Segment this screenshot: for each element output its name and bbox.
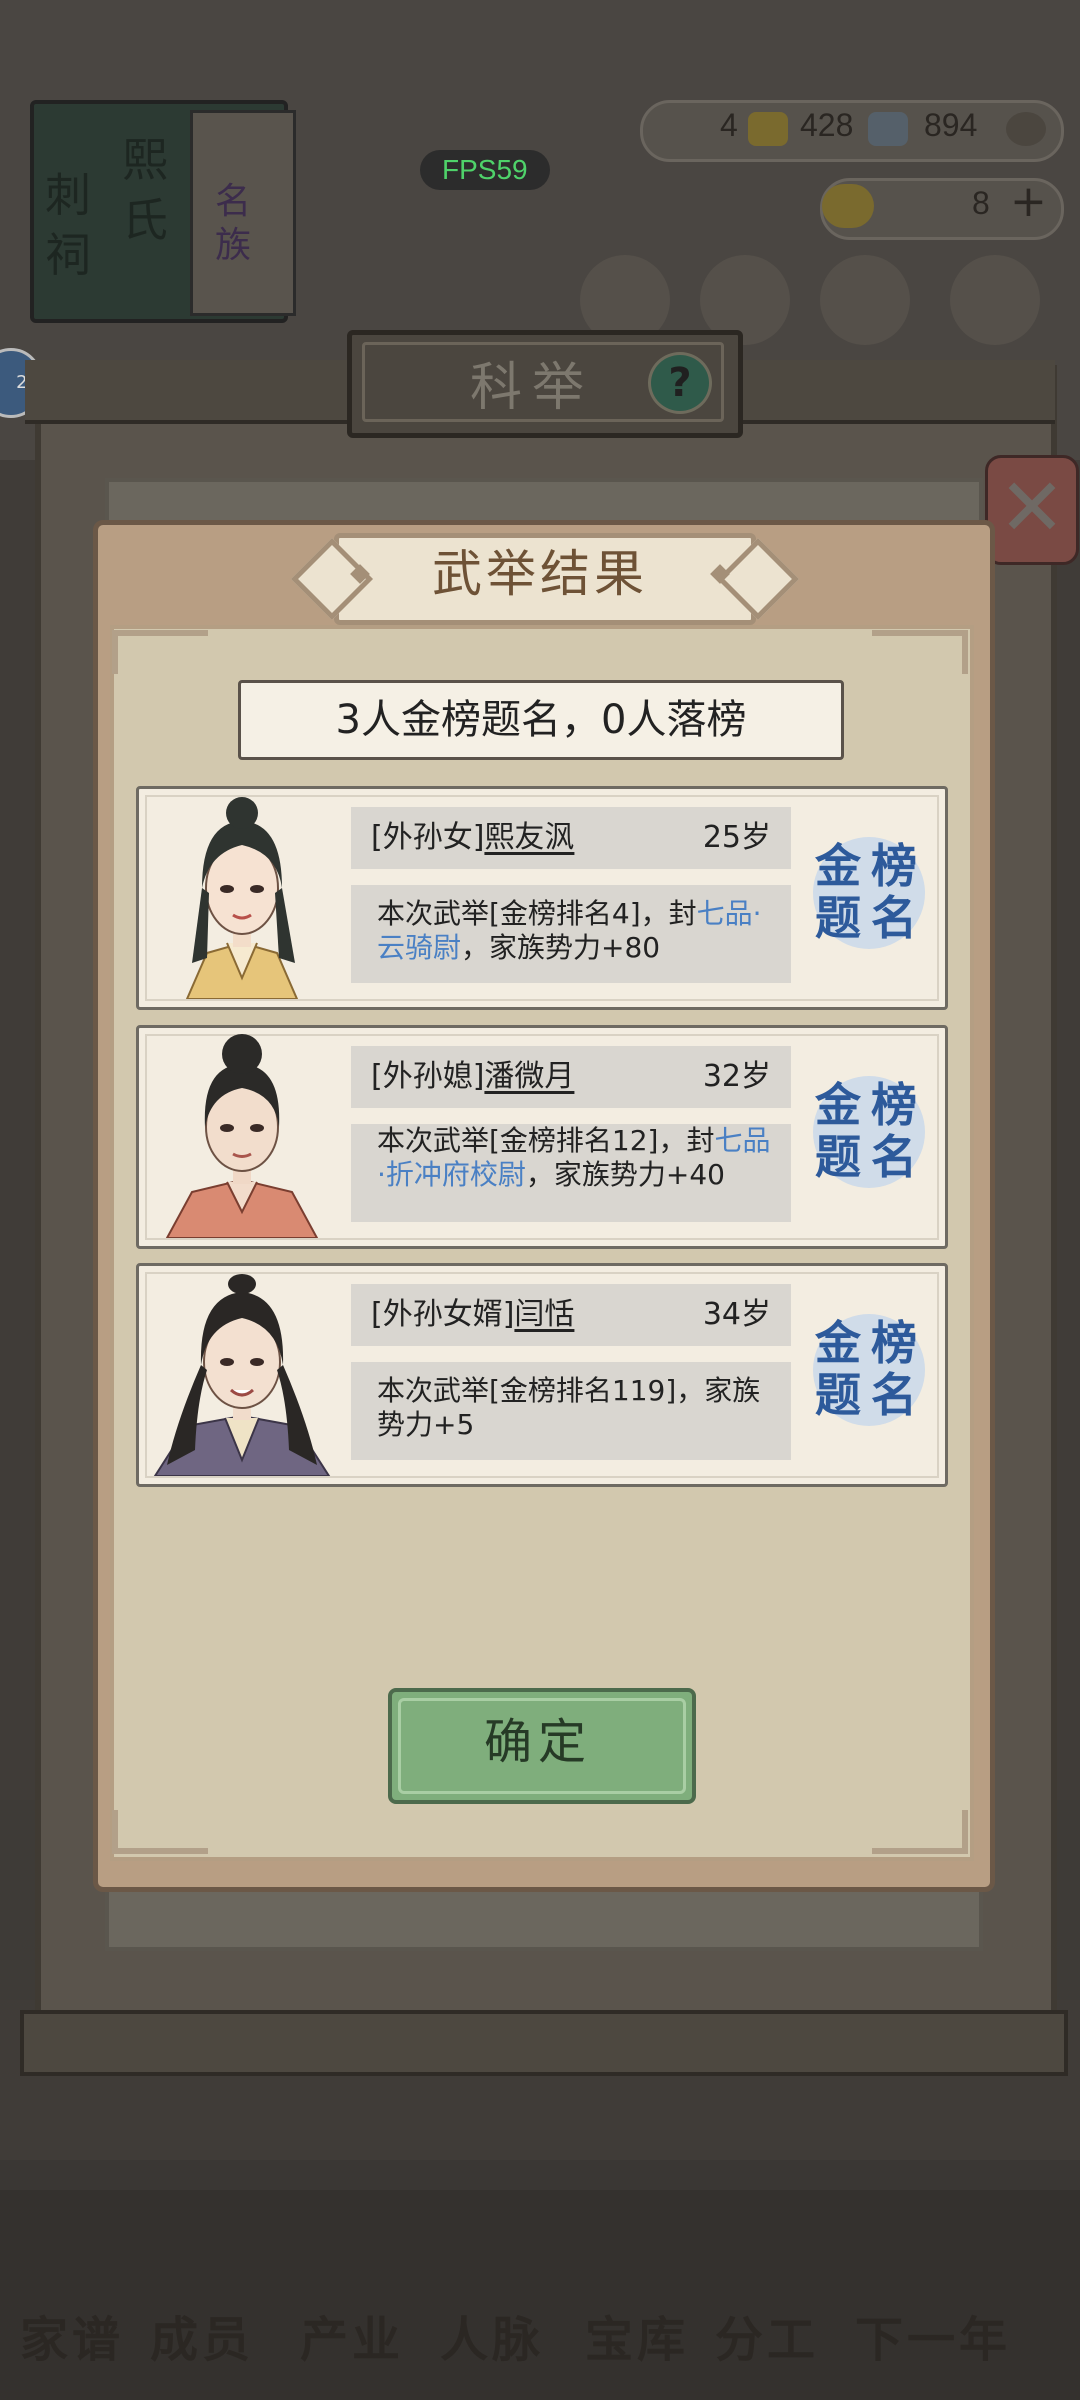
help-icon[interactable]: ? (648, 352, 712, 414)
member-age: 32岁 (702, 1059, 771, 1094)
menu-item-members[interactable]: 成员 (150, 2300, 254, 2370)
desc-text: 本次武举[金榜排名12]，封 (377, 1124, 715, 1157)
member-relation: [外孙女] (371, 820, 485, 855)
result-description-box: 本次武举[金榜排名4]，封七品·云骑尉，家族势力+80 (351, 885, 791, 983)
resource-b-value: 428 (800, 107, 854, 143)
close-button[interactable]: ✕ (985, 455, 1079, 565)
desc-text: 本次武举[金榜排名4]，封 (377, 897, 697, 930)
desc-text: 本次武举[金榜排名119]，家族势力+5 (377, 1374, 761, 1441)
member-portrait (147, 793, 337, 999)
corner-ornament-bl (112, 1810, 208, 1854)
stamp-char: 题 (815, 891, 861, 945)
member-name-bar: [外孙女婿]闫恬 34岁 (351, 1284, 791, 1346)
result-card[interactable]: [外孙女]熙友沨 25岁 本次武举[金榜排名4]，封七品·云骑尉，家族势力+80… (136, 786, 948, 1010)
member-name-bar: [外孙媳]潘微月 32岁 (351, 1046, 791, 1108)
result-description-box: 本次武举[金榜排名12]，封七品·折冲府校尉，家族势力+40 (351, 1124, 791, 1222)
stamp-char: 榜 (871, 1078, 917, 1132)
member-age: 34岁 (702, 1297, 771, 1332)
confirm-button-label[interactable]: 确定 (388, 1688, 688, 1796)
resource-a-value: 4 (720, 107, 738, 143)
member-relation: [外孙媳] (371, 1059, 485, 1094)
book-title-3: 名族 (215, 181, 252, 266)
member-relation: [外孙女婿] (371, 1297, 515, 1332)
book-title-1: 刺祠 (45, 168, 91, 282)
member-portrait (147, 1032, 337, 1238)
menu-item-treasury[interactable]: 宝库 (585, 2300, 689, 2370)
result-card[interactable]: [外孙女婿]闫恬 34岁 本次武举[金榜排名119]，家族势力+5 金 榜 题 … (136, 1263, 948, 1487)
menu-item-genealogy[interactable]: 家谱 (20, 2300, 124, 2370)
corner-ornament-tr (872, 630, 968, 674)
desc-reward: ，家族势力+40 (525, 1158, 725, 1191)
jinbang-stamp: 金 榜 题 名 (809, 1066, 929, 1206)
menu-item-next-year[interactable]: 下一年 (855, 2300, 1011, 2370)
ticket-icon (868, 112, 908, 146)
member-name[interactable]: [外孙女]熙友沨 (371, 807, 574, 869)
stamp-char: 名 (871, 1368, 917, 1422)
stamp-char: 题 (815, 1368, 861, 1422)
corner-ornament-br (872, 1810, 968, 1854)
result-description-box: 本次武举[金榜排名119]，家族势力+5 (351, 1362, 791, 1460)
add-gold-icon[interactable]: + (1010, 180, 1054, 224)
keju-board-bottom (20, 2010, 1068, 2076)
member-name[interactable]: [外孙媳]潘微月 (371, 1046, 574, 1108)
member-name-bar: [外孙女]熙友沨 25岁 (351, 807, 791, 869)
result-description: 本次武举[金榜排名12]，封七品·折冲府校尉，家族势力+40 (377, 1124, 777, 1192)
member-portrait (147, 1270, 337, 1476)
corner-ornament-tl (112, 630, 208, 674)
bg-feature-icon-3[interactable] (820, 255, 910, 345)
coin-icon (1006, 112, 1046, 146)
gold-ingot-icon (822, 184, 874, 228)
stamp-char: 题 (815, 1130, 861, 1184)
dialog-title: 武举结果 (432, 545, 648, 603)
result-description: 本次武举[金榜排名119]，家族势力+5 (377, 1374, 777, 1442)
gold-value: 8 (972, 185, 990, 221)
member-name-link[interactable]: 潘微月 (484, 1059, 574, 1094)
result-summary: 3人金榜题名，0人落榜 (238, 680, 844, 760)
stamp-char: 金 (815, 1078, 861, 1132)
member-name-link[interactable]: 闫恬 (514, 1297, 574, 1332)
jinbang-stamp: 金 榜 题 名 (809, 1304, 929, 1444)
book-title-2: 熙氏 (122, 133, 168, 247)
desc-reward: ，家族势力+80 (461, 931, 661, 964)
stamp-char: 榜 (871, 839, 917, 893)
stamp-char: 名 (871, 1130, 917, 1184)
menu-item-connections[interactable]: 人脉 (440, 2300, 544, 2370)
stamp-char: 金 (815, 1316, 861, 1370)
jade-icon (748, 112, 788, 146)
member-name[interactable]: [外孙女婿]闫恬 (371, 1284, 574, 1346)
result-description: 本次武举[金榜排名4]，封七品·云骑尉，家族势力+80 (377, 897, 777, 965)
stamp-char: 名 (871, 891, 917, 945)
menu-item-assignments[interactable]: 分工 (715, 2300, 819, 2370)
result-card[interactable]: [外孙媳]潘微月 32岁 本次武举[金榜排名12]，封七品·折冲府校尉，家族势力… (136, 1025, 948, 1249)
jinbang-stamp: 金 榜 题 名 (809, 827, 929, 967)
bg-feature-icon-4[interactable] (950, 255, 1040, 345)
keju-title: 科举 (470, 358, 595, 418)
member-age: 25岁 (702, 820, 771, 855)
resource-c-value: 894 (924, 107, 978, 143)
stamp-char: 榜 (871, 1316, 917, 1370)
menu-item-industry[interactable]: 产业 (300, 2300, 404, 2370)
member-name-link[interactable]: 熙友沨 (484, 820, 574, 855)
fps-counter: FPS59 (420, 150, 550, 190)
stamp-char: 金 (815, 839, 861, 893)
